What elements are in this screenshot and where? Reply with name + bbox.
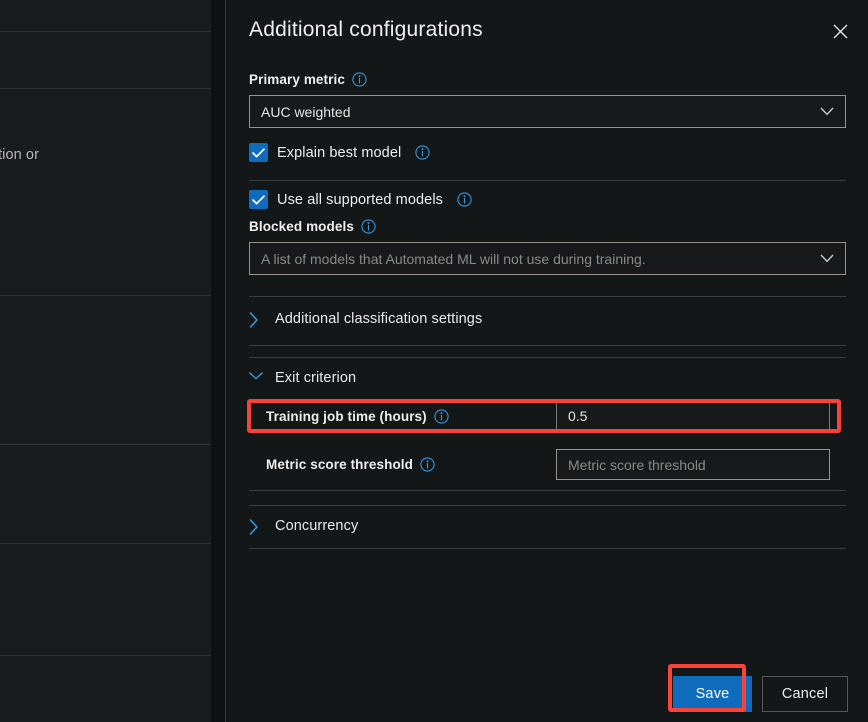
primary-metric-input[interactable] [249, 95, 846, 128]
panel-body: Primary metric AUC weighted Explain best… [226, 62, 868, 657]
save-button[interactable]: Save [673, 676, 752, 712]
background-divider [0, 295, 226, 296]
blocked-models-input[interactable] [249, 242, 846, 275]
background-divider [0, 444, 226, 445]
training-job-time-label-row: Training job time (hours) [266, 409, 449, 424]
divider [249, 357, 846, 358]
exit-criterion-label: Exit criterion [275, 370, 357, 386]
divider [249, 180, 846, 181]
divider [249, 548, 846, 549]
concurrency-accordion[interactable]: Concurrency [249, 518, 359, 535]
chevron-right-icon [249, 519, 263, 535]
info-icon[interactable] [361, 219, 376, 234]
blocked-models-label: Blocked models [249, 219, 354, 234]
primary-metric-label: Primary metric [249, 72, 345, 87]
primary-metric-label-row: Primary metric [249, 72, 367, 87]
blocked-models-combobox[interactable] [249, 242, 846, 275]
divider [249, 505, 846, 506]
divider [249, 345, 846, 346]
divider [249, 296, 846, 297]
divider [249, 490, 846, 491]
info-icon[interactable] [457, 192, 472, 207]
explain-best-model-checkbox[interactable] [249, 143, 268, 162]
page-title: Additional configurations [249, 18, 483, 41]
training-job-time-input[interactable] [556, 400, 830, 431]
screen: tion or Additional configurations Primar… [0, 0, 868, 722]
background-divider [0, 88, 226, 89]
background-page: tion or [0, 0, 226, 722]
metric-score-threshold-label: Metric score threshold [266, 457, 413, 472]
exit-criterion-accordion[interactable]: Exit criterion [249, 370, 356, 386]
info-icon[interactable] [420, 457, 435, 472]
additional-classification-settings-accordion[interactable]: Additional classification settings [249, 311, 483, 328]
use-all-supported-models-label: Use all supported models [277, 191, 444, 208]
panel-header: Additional configurations [226, 0, 868, 62]
blocked-models-label-row: Blocked models [249, 219, 376, 234]
background-gutter [211, 0, 226, 722]
chevron-down-icon [249, 371, 263, 385]
metric-score-threshold-label-row: Metric score threshold [266, 457, 435, 472]
background-divider [0, 31, 226, 32]
info-icon[interactable] [434, 409, 449, 424]
additional-configurations-panel: Additional configurations Primary metric [226, 0, 868, 722]
close-icon[interactable] [826, 17, 854, 45]
chevron-right-icon [249, 312, 263, 328]
explain-best-model-row[interactable]: Explain best model [249, 143, 430, 162]
primary-metric-combobox[interactable] [249, 95, 846, 128]
concurrency-label: Concurrency [275, 518, 359, 534]
metric-score-threshold-input[interactable] [556, 449, 830, 480]
additional-classification-settings-label: Additional classification settings [275, 311, 483, 327]
training-job-time-label: Training job time (hours) [266, 409, 427, 424]
background-text-fragment: tion or [0, 147, 39, 163]
info-icon[interactable] [352, 72, 367, 87]
info-icon[interactable] [415, 145, 430, 160]
background-divider [0, 543, 226, 544]
panel-footer: Save Cancel [226, 657, 868, 722]
use-all-supported-models-row[interactable]: Use all supported models [249, 190, 472, 209]
background-divider [0, 655, 226, 656]
use-all-supported-models-checkbox[interactable] [249, 190, 268, 209]
explain-best-model-label: Explain best model [277, 144, 402, 161]
cancel-button[interactable]: Cancel [762, 676, 848, 712]
